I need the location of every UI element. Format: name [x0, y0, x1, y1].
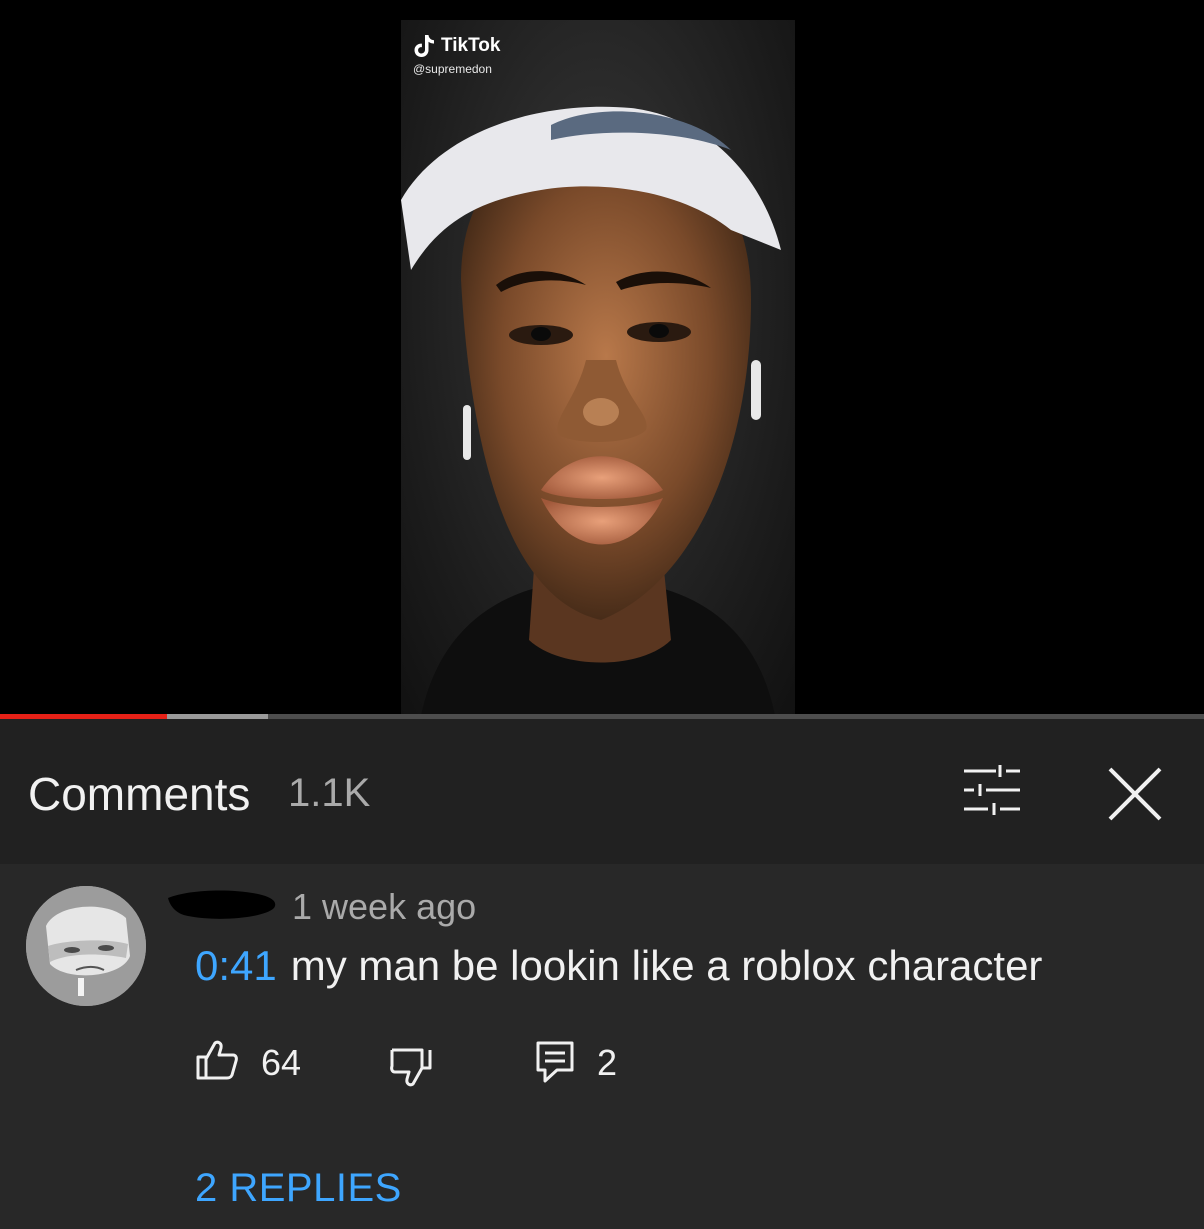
- video-thumbnail-image: [401, 106, 781, 716]
- video-player[interactable]: TikTok @supremedon: [0, 0, 1204, 716]
- tiktok-logo-icon: [414, 35, 434, 57]
- comment-body: my man be lookin like a roblox character: [290, 942, 1043, 989]
- reply-count: 2: [597, 1042, 618, 1083]
- reply-icon[interactable]: [535, 1040, 575, 1084]
- close-icon[interactable]: [1104, 763, 1166, 825]
- thumbs-down-icon[interactable]: [389, 1046, 433, 1090]
- timestamp-link[interactable]: 0:41: [195, 942, 277, 989]
- like-count: 64: [261, 1042, 302, 1083]
- comments-count: 1.1K: [288, 771, 371, 815]
- avatar-image: [26, 886, 146, 1006]
- comments-header: Comments 1.1K: [0, 719, 1204, 864]
- comment-text: 0:41 my man be lookin like a roblox chara…: [195, 942, 1042, 990]
- comment-time: 1 week ago: [292, 886, 477, 927]
- tiktok-watermark: TikTok @supremedon: [413, 34, 500, 76]
- thumbs-up-icon[interactable]: [195, 1038, 239, 1082]
- view-replies-button[interactable]: 2 REPLIES: [195, 1166, 402, 1211]
- tiktok-handle: @supremedon: [413, 62, 492, 76]
- redacted-username: [168, 890, 276, 919]
- avatar[interactable]: [26, 886, 146, 1006]
- comments-title: Comments: [28, 768, 251, 820]
- comment-item: 1 week ago 0:41 my man be lookin like a r…: [0, 864, 1204, 1229]
- tiktok-brand-text: TikTok: [441, 35, 501, 56]
- video-frame[interactable]: TikTok @supremedon: [401, 20, 795, 716]
- sort-sliders-icon[interactable]: [962, 765, 1022, 815]
